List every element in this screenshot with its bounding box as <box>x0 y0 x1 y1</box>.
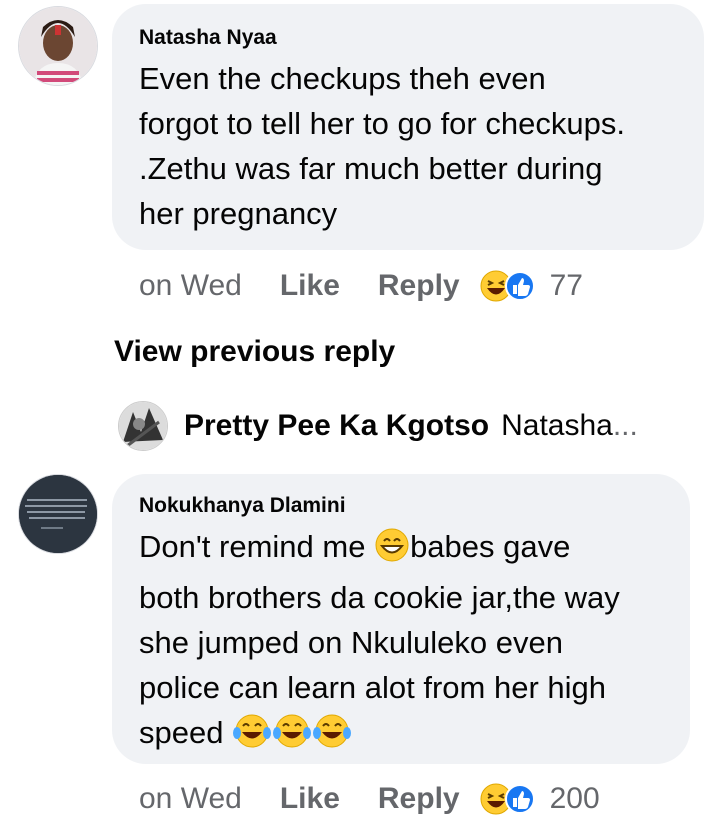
comment-text-segment: Don't remind me <box>139 529 375 564</box>
like-button[interactable]: Like <box>280 782 340 816</box>
reply-button[interactable]: Reply <box>378 782 460 816</box>
reaction-count[interactable]: 77 <box>550 269 583 303</box>
comment-text: Even the checkups theh even forgot to te… <box>139 56 625 236</box>
reactions-summary[interactable] <box>480 781 542 817</box>
tears-of-joy-emoji-icon <box>272 713 312 761</box>
comment-text-line: she jumped on Nkululeko even <box>139 625 563 660</box>
tears-of-joy-emoji-icon <box>232 713 272 761</box>
comment-text-segment: babes gave <box>410 529 571 564</box>
tears-of-joy-emoji-icon <box>312 713 352 761</box>
laughing-emoji-icon <box>480 783 535 815</box>
reply-author[interactable]: Pretty Pee Ka Kgotso <box>184 409 489 443</box>
comment-text-line: Don't remind me babes gave <box>139 524 620 575</box>
comment-text-line: speed <box>139 710 620 761</box>
reply-button[interactable]: Reply <box>378 269 460 303</box>
laughing-emoji-icon <box>480 270 535 302</box>
comment-actions: on Wed Like Reply 77 <box>139 266 583 306</box>
comment-text: Don't remind me babes gave both brothers… <box>139 524 620 761</box>
comment-author[interactable]: Nokukhanya Dlamini <box>139 494 346 518</box>
view-previous-reply-link[interactable]: View previous reply <box>114 335 395 369</box>
comment-text-line: .Zethu was far much better during <box>139 151 603 186</box>
avatar-nokukhanya[interactable] <box>18 474 98 554</box>
comment-timestamp[interactable]: on Wed <box>139 269 242 303</box>
grinning-emoji-icon <box>374 527 410 575</box>
like-button[interactable]: Like <box>280 269 340 303</box>
comment-text-line: police can learn alot from her high <box>139 670 606 705</box>
comment-author[interactable]: Natasha Nyaa <box>139 26 277 50</box>
avatar-natasha[interactable] <box>18 6 98 86</box>
reply-preview-text: Natasha <box>501 409 613 442</box>
reaction-count[interactable]: 200 <box>550 782 600 816</box>
reply-preview-ellipsis: ... <box>612 409 638 442</box>
avatar-pretty-pee[interactable] <box>118 401 168 451</box>
comment-timestamp[interactable]: on Wed <box>139 782 242 816</box>
comment-text-line: both brothers da cookie jar,the way <box>139 580 620 615</box>
reply-preview-row[interactable]: Pretty Pee Ka Kgotso Natasha... <box>118 398 638 454</box>
reactions-summary[interactable] <box>480 268 542 304</box>
comment-text-line: Even the checkups theh even <box>139 61 546 96</box>
comment-text-line: forgot to tell her to go for checkups. <box>139 106 625 141</box>
comment-text-line: her pregnancy <box>139 196 338 231</box>
comment-text-segment: speed <box>139 715 233 750</box>
comment-actions: on Wed Like Reply 200 <box>139 779 600 819</box>
